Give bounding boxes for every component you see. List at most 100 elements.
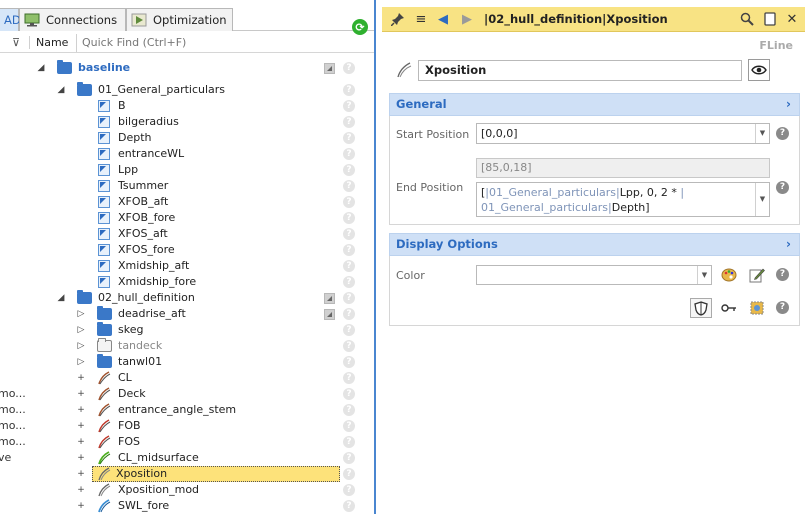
tree-row-curve[interactable]: mo... + FOS ? [0,434,374,450]
tree-row-param[interactable]: Xmidship_aft? [0,258,374,274]
help-icon[interactable]: ? [343,212,355,224]
collapse-arrow-icon[interactable]: ◢ [56,82,66,98]
tree-row-param[interactable]: Depth? [0,130,374,146]
back-arrow-icon[interactable]: ◀ [435,11,451,27]
help-icon[interactable]: ? [343,468,355,480]
display-options-section-header[interactable]: Display Options › [389,233,800,256]
help-icon[interactable]: ? [343,500,355,512]
help-icon[interactable]: ? [343,260,355,272]
lock-icon[interactable] [324,309,335,320]
tree-row-curve[interactable]: ve + CL_midsurface ? [0,450,374,466]
start-position-input[interactable]: [0,0,0] ▼ [476,123,770,144]
help-icon[interactable]: ? [343,340,355,352]
expand-plus-icon[interactable]: + [76,386,86,402]
help-icon[interactable]: ? [343,228,355,240]
pin-icon[interactable] [390,11,406,27]
dropdown-arrow-icon[interactable]: ▼ [755,124,769,143]
tree-row-param[interactable]: bilgeradius? [0,114,374,130]
help-icon[interactable]: ? [343,308,355,320]
expand-plus-icon[interactable]: + [76,434,86,450]
forward-arrow-icon[interactable]: ▶ [459,11,475,27]
help-icon[interactable]: ? [343,84,355,96]
tree-row-baseline[interactable]: ◢ baseline ? [0,60,374,76]
tree-row-group1[interactable]: ◢ 01_General_particulars ? [0,82,374,98]
tree-row-curve[interactable]: mo... + entrance_angle_stem ? [0,402,374,418]
bounding-box-icon[interactable] [746,298,768,318]
quick-find-input[interactable]: Quick Find (Ctrl+F) [76,34,372,52]
close-icon[interactable]: ✕ [784,11,800,27]
expand-plus-icon[interactable]: + [76,418,86,434]
help-icon[interactable]: ? [776,301,789,314]
tab-connections[interactable]: Connections [19,8,126,31]
help-icon[interactable]: ? [343,388,355,400]
panel-divider[interactable] [374,0,376,514]
help-icon[interactable]: ? [343,452,355,464]
search-icon[interactable] [739,11,755,27]
help-icon[interactable]: ? [343,404,355,416]
tree-row-param[interactable]: XFOB_aft? [0,194,374,210]
help-icon[interactable]: ? [776,127,789,140]
tree-row-param[interactable]: B? [0,98,374,114]
help-icon[interactable]: ? [343,62,355,74]
tab-cad[interactable]: AD [0,8,21,31]
tree-row-subfolder[interactable]: ▷ skeg ? [0,322,374,338]
object-name-input[interactable]: Xposition [418,60,742,81]
tree-row-subfolder[interactable]: ▷ deadrise_aft ? [0,306,374,322]
color-select[interactable]: ▼ [476,265,712,285]
help-icon[interactable]: ? [343,324,355,336]
general-section-header[interactable]: General › [389,93,800,116]
help-icon[interactable]: ? [343,100,355,112]
help-icon[interactable]: ? [343,356,355,368]
collapse-arrow-icon[interactable]: ◢ [36,60,46,76]
expand-plus-icon[interactable]: + [76,370,86,386]
tree-row-curve-selected[interactable]: + Xposition ? [0,466,374,482]
filter-icon[interactable]: ⊽ [12,36,20,49]
tree-row-param[interactable]: XFOS_fore? [0,242,374,258]
help-icon[interactable]: ? [343,420,355,432]
end-position-expression-input[interactable]: [|01_General_particulars|Lpp, 0, 2 * | 01… [476,182,770,217]
expand-plus-icon[interactable]: + [76,402,86,418]
help-icon[interactable]: ? [343,372,355,384]
tree-row-curve[interactable]: + SWL_fore ? [0,498,374,514]
tree-row-group2[interactable]: ◢ 02_hull_definition ? [0,290,374,306]
tree-row-param[interactable]: entranceWL? [0,146,374,162]
collapse-arrow-icon[interactable]: ◢ [56,290,66,306]
help-icon[interactable]: ? [343,164,355,176]
expand-plus-icon[interactable]: + [76,498,86,514]
expand-arrow-icon[interactable]: ▷ [76,306,86,322]
tree-row-curve[interactable]: mo... + FOB ? [0,418,374,434]
expand-arrow-icon[interactable]: ▷ [76,338,86,354]
tree-row-curve[interactable]: + Xposition_mod ? [0,482,374,498]
name-column-header[interactable]: Name [29,36,75,49]
help-icon[interactable]: ? [343,148,355,160]
dropdown-arrow-icon[interactable]: ▼ [697,266,711,284]
tree-row-param[interactable]: Xmidship_fore? [0,274,374,290]
edit-icon[interactable] [746,265,768,285]
tree-row-param[interactable]: XFOB_fore? [0,210,374,226]
dropdown-arrow-icon[interactable]: ▼ [755,183,769,216]
help-icon[interactable]: ? [343,244,355,256]
tree-row-curve[interactable]: + CL ? [0,370,374,386]
tree-row-subfolder[interactable]: ▷ tandeck ? [0,338,374,354]
help-icon[interactable]: ? [343,436,355,448]
document-icon[interactable] [762,11,778,27]
expand-plus-icon[interactable]: + [76,450,86,466]
menu-icon[interactable]: ≡ [413,11,429,27]
help-icon[interactable]: ? [343,292,355,304]
key-icon[interactable] [718,298,740,318]
help-icon[interactable]: ? [776,268,789,281]
help-icon[interactable]: ? [343,180,355,192]
expand-plus-icon[interactable]: + [76,466,86,482]
tree-row-param[interactable]: XFOS_aft? [0,226,374,242]
shield-toggle-button[interactable] [690,298,712,318]
tree-row-param[interactable]: Lpp? [0,162,374,178]
lock-icon[interactable] [324,63,335,74]
visibility-toggle-button[interactable] [748,59,770,81]
expand-arrow-icon[interactable]: ▷ [76,322,86,338]
tree-row-subfolder[interactable]: ▷ tanwl01 ? [0,354,374,370]
palette-icon[interactable] [718,265,740,285]
help-icon[interactable]: ? [343,116,355,128]
help-icon[interactable]: ? [343,132,355,144]
expand-plus-icon[interactable]: + [76,482,86,498]
help-icon[interactable]: ? [776,181,789,194]
